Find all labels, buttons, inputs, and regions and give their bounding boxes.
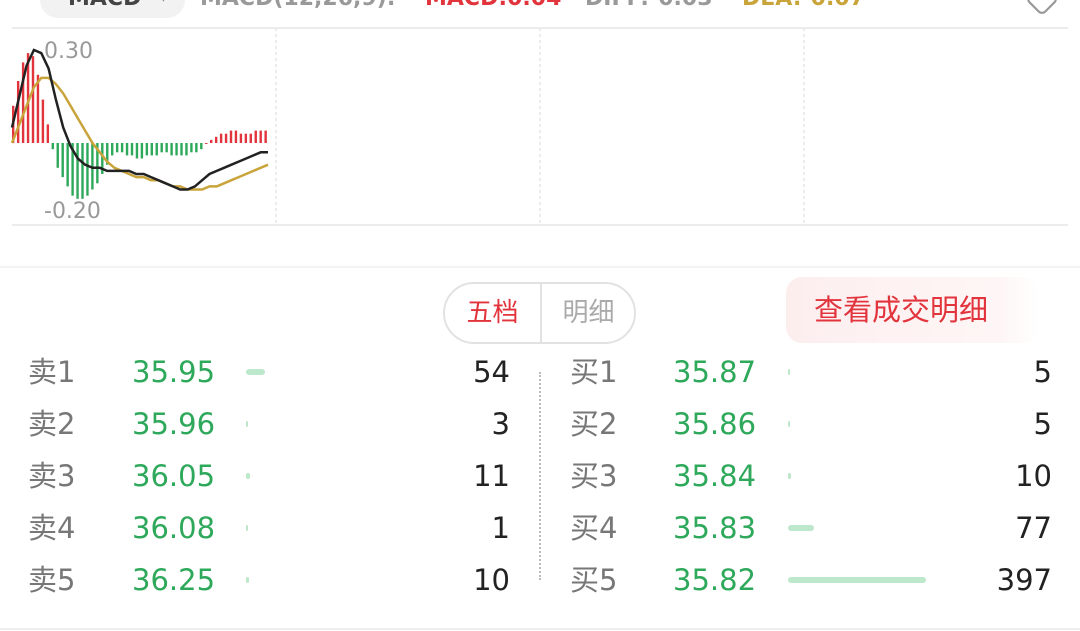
histogram-bar xyxy=(76,143,79,199)
level-label: 买1 xyxy=(570,355,618,389)
histogram-bar xyxy=(239,133,243,143)
histogram-bar xyxy=(185,143,188,156)
histogram-bar xyxy=(51,143,54,150)
buy-level-row[interactable]: 买5 35.82 397 xyxy=(0,560,1080,600)
level-price: 35.83 xyxy=(673,511,757,545)
histogram-bar xyxy=(254,130,257,143)
macd-chart: 0.30 -0.20 xyxy=(10,27,1068,226)
histogram-bar xyxy=(210,139,213,143)
histogram-bar xyxy=(56,143,59,168)
histogram-bar xyxy=(66,143,69,187)
level-label: 买2 xyxy=(570,407,618,441)
histogram-bar xyxy=(115,143,119,153)
histogram-bar xyxy=(150,143,153,156)
volume-bar xyxy=(788,525,815,531)
histogram-bar xyxy=(264,130,267,143)
histogram-bar xyxy=(135,143,139,159)
histogram-bar xyxy=(81,143,84,199)
histogram-bar xyxy=(120,143,124,153)
histogram-bar xyxy=(155,143,158,156)
histogram-bar xyxy=(234,130,238,143)
histogram-bar xyxy=(165,143,168,153)
histogram-bar xyxy=(86,143,89,196)
volume-bar xyxy=(788,473,792,479)
level-label: 买5 xyxy=(570,563,618,597)
histogram-bar xyxy=(140,143,144,159)
buy-level-row[interactable]: 买2 35.86 5 xyxy=(0,404,1080,444)
view-trade-detail-button[interactable]: 查看成交明细 xyxy=(786,277,1040,343)
histogram-bar xyxy=(219,133,223,143)
y-bottom-label: -0.20 xyxy=(44,199,101,224)
chart-grid xyxy=(12,27,1068,226)
histogram-bar xyxy=(205,143,208,144)
histogram-bar xyxy=(111,143,114,156)
diff-line xyxy=(10,48,268,191)
level-price: 35.82 xyxy=(673,563,757,597)
level-label: 买4 xyxy=(570,511,618,545)
level-price: 35.84 xyxy=(673,459,757,493)
histogram-bar xyxy=(16,81,20,143)
histogram-bar xyxy=(145,143,149,156)
histogram-bar xyxy=(244,133,248,143)
histogram-bar xyxy=(41,99,45,143)
level-volume: 397 xyxy=(996,563,1052,597)
histogram-bar xyxy=(229,130,233,143)
histogram-bar xyxy=(160,143,163,153)
histogram-bar xyxy=(195,143,198,153)
volume-bar xyxy=(788,421,790,427)
histogram-bar xyxy=(200,143,203,150)
level-price: 35.86 xyxy=(673,407,757,441)
section-divider xyxy=(0,266,1080,268)
buy-level-row[interactable]: 买3 35.84 10 xyxy=(0,456,1080,496)
volume-bar xyxy=(788,369,790,375)
tab-five-levels[interactable]: 五档 xyxy=(445,284,540,342)
buy-level-row[interactable]: 买1 35.87 5 xyxy=(0,352,1080,392)
y-top-label: 0.30 xyxy=(44,39,93,64)
histogram-bar xyxy=(180,143,183,156)
level-volume: 5 xyxy=(1033,355,1052,389)
level-volume: 10 xyxy=(1015,459,1052,493)
level-label: 买3 xyxy=(570,459,618,493)
level-volume: 77 xyxy=(1015,511,1052,545)
depth-tabs: 五档 明细 xyxy=(443,282,636,344)
level-volume: 5 xyxy=(1033,407,1052,441)
histogram-bar xyxy=(224,133,228,143)
volume-bar xyxy=(788,577,926,583)
histogram-bar xyxy=(190,143,193,153)
histogram-bar xyxy=(175,143,178,156)
level-price: 35.87 xyxy=(673,355,757,389)
tab-detail[interactable]: 明细 xyxy=(541,284,634,342)
histogram-bar xyxy=(259,130,262,143)
histogram-bar xyxy=(130,143,134,156)
histogram-bar xyxy=(249,133,252,143)
histogram-bar xyxy=(31,56,35,144)
histogram-bar xyxy=(214,136,218,143)
buy-level-row[interactable]: 买4 35.83 77 xyxy=(0,508,1080,548)
bottom-divider xyxy=(0,628,1080,630)
histogram-bar xyxy=(170,143,173,156)
histogram-bar xyxy=(125,143,129,156)
histogram-bar xyxy=(61,143,64,178)
histogram-bar xyxy=(46,124,50,143)
